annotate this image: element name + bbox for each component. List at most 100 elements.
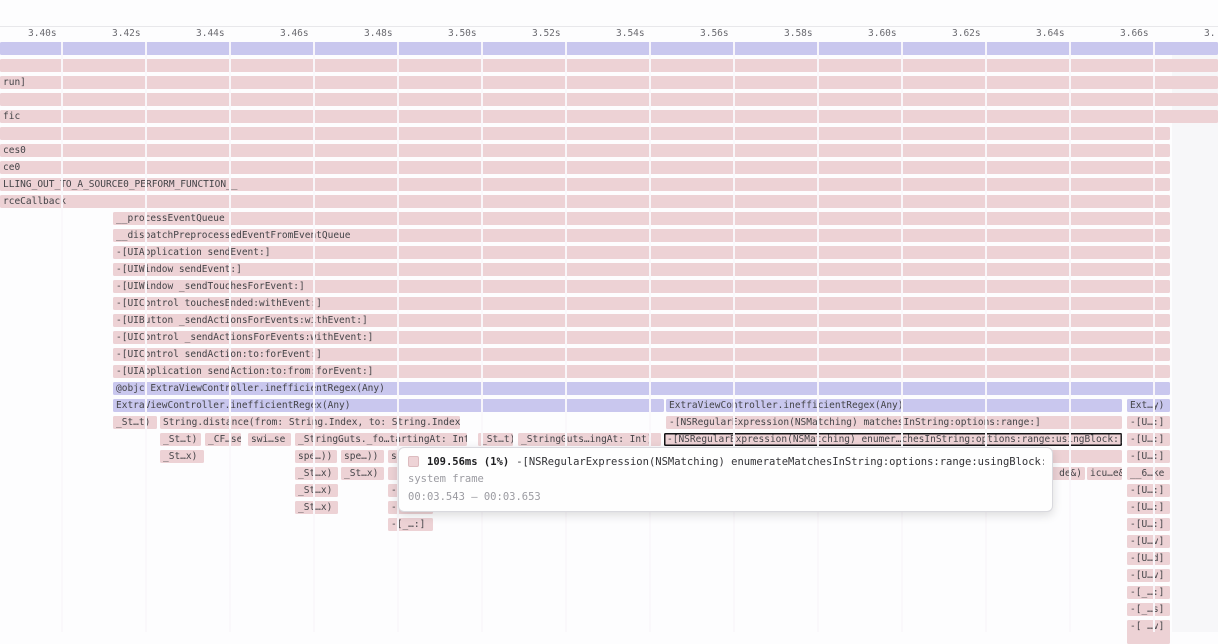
flame-bar[interactable]: -[U…v]: [1127, 535, 1170, 548]
time-ruler[interactable]: 3.40s3.42s3.44s3.46s3.48s3.50s3.52s3.54s…: [0, 27, 1218, 41]
flame-bar[interactable]: -[U…:]: [1127, 518, 1170, 531]
flame-row: -[UIWindow sendEvent:]: [0, 263, 1218, 276]
flame-bar[interactable]: fic: [0, 110, 1218, 123]
flame-bar[interactable]: -[U…d]: [1127, 552, 1170, 565]
flame-bar[interactable]: -[UIControl sendAction:to:forEvent:]: [113, 348, 1170, 361]
flame-bar[interactable]: -[UIButton _sendActionsForEvents:withEve…: [113, 314, 1170, 327]
flame-bar[interactable]: -[UIControl _sendActionsForEvents:withEv…: [113, 331, 1170, 344]
flame-bar[interactable]: -[UIApplication sendEvent:]: [113, 246, 1170, 259]
flame-chart[interactable]: 109.56ms (1%) -[NSRegularExpression(NSMa…: [0, 0, 1218, 632]
flame-row: -[_…:]: [0, 586, 1218, 599]
flame-row: [0, 127, 1218, 140]
time-label: 3.66s: [1120, 28, 1149, 39]
flame-bar[interactable]: -[U…v]: [1127, 569, 1170, 582]
flame-bar[interactable]: _St…t): [478, 433, 513, 446]
time-label: 3.50s: [448, 28, 477, 39]
flame-row: @objc ExtraViewController.inefficientReg…: [0, 382, 1218, 395]
flame-bar[interactable]: -[UIWindow sendEvent:]: [113, 263, 1170, 276]
flame-bar[interactable]: [0, 93, 1218, 106]
flame-row: fic: [0, 110, 1218, 123]
flame-bar[interactable]: [0, 42, 1218, 55]
flame-bar[interactable]: -[U…:]: [1127, 450, 1170, 463]
flame-bar[interactable]: ces0: [0, 144, 1170, 157]
flame-row: -[UIWindow _sendTouchesForEvent:]: [0, 280, 1218, 293]
flame-bar[interactable]: icu…e&): [1087, 467, 1122, 480]
flame-bar[interactable]: _St…x): [295, 501, 338, 514]
flame-bar[interactable]: _St…x): [295, 467, 338, 480]
flame-row: -[UIControl touchesEnded:withEvent:]: [0, 297, 1218, 310]
time-label: 3.42s: [112, 28, 141, 39]
flame-bar[interactable]: -[UIWindow _sendTouchesForEvent:]: [113, 280, 1170, 293]
time-label: 3.48s: [364, 28, 393, 39]
flame-bar[interactable]: _StringGuts…ingAt: Int): [518, 433, 661, 446]
flame-bar[interactable]: ce0: [0, 161, 1170, 174]
flame-row: ce0: [0, 161, 1218, 174]
flame-bar[interactable]: __processEventQueue: [113, 212, 1170, 225]
flame-row: -[U…d]: [0, 552, 1218, 565]
flame-bar[interactable]: -[_…s]: [1127, 603, 1170, 616]
flame-row: LLING_OUT_TO_A_SOURCE0_PERFORM_FUNCTION_…: [0, 178, 1218, 191]
flame-bar[interactable]: LLING_OUT_TO_A_SOURCE0_PERFORM_FUNCTION_…: [0, 178, 1170, 191]
flame-bar[interactable]: spe…)): [341, 450, 384, 463]
flame-row: _St…t) _CF…se swi…se _StringGuts._fo…tartin…: [0, 433, 1218, 446]
flame-row: __processEventQueue: [0, 212, 1218, 225]
time-label: 3.54s: [616, 28, 645, 39]
flame-bar[interactable]: -[UIControl touchesEnded:withEvent:]: [113, 297, 1170, 310]
flame-bar[interactable]: _St…t): [160, 433, 201, 446]
time-label: 3.40s: [28, 28, 57, 39]
time-label: 3.62s: [952, 28, 981, 39]
flame-row: [0, 631, 1218, 644]
time-label: 3.58s: [784, 28, 813, 39]
flame-row: ces0: [0, 144, 1218, 157]
time-label: 3.56s: [700, 28, 729, 39]
flame-bar[interactable]: __dispatchPreprocessedEventFromEventQueu…: [113, 229, 1170, 242]
instruments-flame-chart-window: { "ruler": { "ticks": [ {"t":"3.40s","x"…: [0, 0, 1218, 632]
flame-row: -[_…s]: [0, 603, 1218, 616]
flame-bar[interactable]: -[U…:]: [1127, 416, 1170, 429]
flame-bar[interactable]: __6…ke: [1127, 467, 1170, 480]
flame-bar[interactable]: swi…se: [248, 433, 291, 446]
flame-bar[interactable]: -[NSRegularExpression(NSMatching) matche…: [666, 416, 1122, 429]
tooltip-function-name: -[NSRegularExpression(NSMatching) enumer…: [516, 456, 1044, 468]
flame-bar[interactable]: -[U…:]: [1127, 501, 1170, 514]
flame-bar[interactable]: _CF…se: [205, 433, 241, 446]
flame-bar-selected[interactable]: -[NSRegularExpression(NSMatching) enumer…: [664, 433, 1122, 446]
flame-bar[interactable]: Ext…y): [1127, 399, 1170, 412]
flame-row: _St…t)String.distance(from: String.Index…: [0, 416, 1218, 429]
flame-bar[interactable]: _StringGuts._fo…tartingAt: Int): [295, 433, 467, 446]
time-label: 3.64s: [1036, 28, 1065, 39]
tooltip-color-swatch: [408, 456, 419, 467]
flame-bar[interactable]: rceCallback: [0, 195, 1170, 208]
flame-bar[interactable]: -[UIApplication sendAction:to:from:forEv…: [113, 365, 1170, 378]
flame-bar[interactable]: String.distance(from: String.Index, to: …: [160, 416, 460, 429]
flame-row: run]: [0, 76, 1218, 89]
flame-bar[interactable]: @objc ExtraViewController.inefficientReg…: [113, 382, 1170, 395]
flame-bar[interactable]: [1127, 631, 1170, 644]
flame-bar[interactable]: _St…x): [341, 467, 384, 480]
tooltip-title-line: 109.56ms (1%) -[NSRegularExpression(NSMa…: [408, 453, 1044, 470]
flame-row: ExtraViewController.inefficientRegex(Any…: [0, 399, 1218, 412]
flame-bar[interactable]: [0, 127, 1170, 140]
flame-row: -[UIButton _sendActionsForEvents:withEve…: [0, 314, 1218, 327]
flame-row: -[_…:] -[U…:]: [0, 518, 1218, 531]
flame-bar[interactable]: ExtraViewController.inefficientRegex(Any…: [666, 399, 1122, 412]
flame-bar[interactable]: _St…x): [160, 450, 204, 463]
flame-bar[interactable]: _St…t): [113, 416, 157, 429]
flame-row: __dispatchPreprocessedEventFromEventQueu…: [0, 229, 1218, 242]
flame-bar[interactable]: spe…)): [295, 450, 337, 463]
flame-bar[interactable]: [0, 59, 1218, 72]
flame-bar[interactable]: -[U…:]: [1127, 484, 1170, 497]
flame-bar[interactable]: -[_…:]: [388, 518, 433, 531]
time-label: 3.60s: [868, 28, 897, 39]
flame-row: -[UIControl sendAction:to:forEvent:]: [0, 348, 1218, 361]
flame-bar[interactable]: _St…x): [295, 484, 338, 497]
tooltip-duration: 109.56ms (1%): [427, 456, 509, 468]
flame-row: [0, 59, 1218, 72]
flame-bar[interactable]: -[U…:]: [1127, 433, 1170, 446]
flame-row: -[UIApplication sendEvent:]: [0, 246, 1218, 259]
flame-row: [0, 42, 1218, 55]
flame-bar[interactable]: -[_…:]: [1127, 586, 1170, 599]
time-label: 3.44s: [196, 28, 225, 39]
flame-bar[interactable]: ExtraViewController.inefficientRegex(Any…: [113, 399, 664, 412]
flame-bar[interactable]: run]: [0, 76, 1218, 89]
